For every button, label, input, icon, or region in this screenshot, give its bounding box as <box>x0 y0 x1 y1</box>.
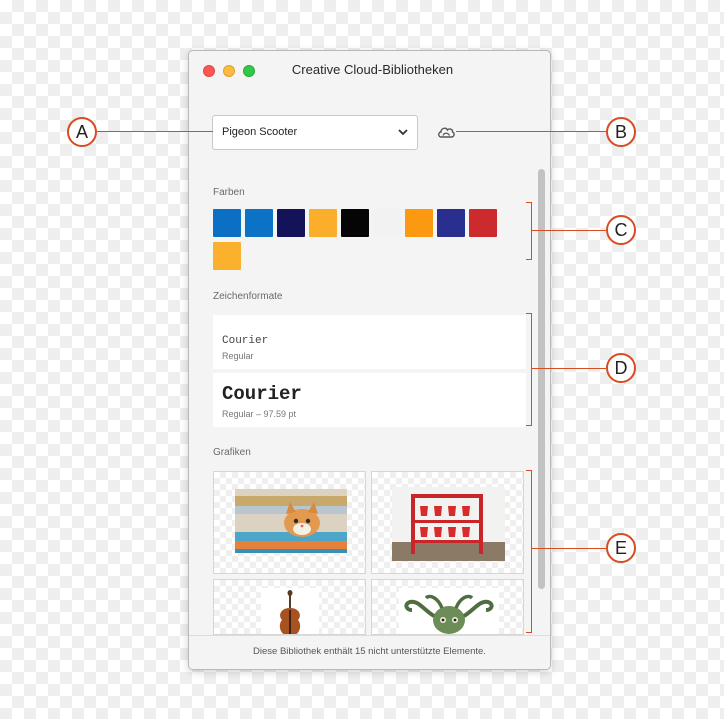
callout-c: C <box>606 215 636 245</box>
window-title: Creative Cloud-Bibliotheken <box>291 62 454 77</box>
callout-e: E <box>606 533 636 563</box>
color-swatch[interactable] <box>309 209 337 237</box>
graphic-tile[interactable] <box>213 471 366 574</box>
char-style-name: Courier <box>222 335 269 347</box>
callout-b: B <box>606 117 636 147</box>
callout-b-line <box>456 131 606 132</box>
graphic-tile[interactable] <box>371 471 524 574</box>
color-swatch[interactable] <box>213 209 241 237</box>
library-panel-window: Creative Cloud-Bibliotheken Pigeon Scoot… <box>188 50 551 670</box>
char-style-item[interactable]: Courier Regular – 97.59 pt <box>213 373 526 427</box>
callout-c-line <box>531 230 606 231</box>
graphics-section-label: Grafiken <box>213 447 251 458</box>
color-swatch[interactable] <box>277 209 305 237</box>
color-swatch[interactable] <box>405 209 433 237</box>
callout-e-bracket-bottom <box>526 632 532 633</box>
fire-buckets-image <box>392 487 505 561</box>
color-swatch[interactable] <box>341 209 369 237</box>
octopus-image <box>399 588 499 634</box>
char-style-detail: Regular – 97.59 pt <box>222 409 297 419</box>
char-style-item[interactable]: Courier Regular <box>213 315 526 369</box>
scrollbar-thumb[interactable] <box>538 169 545 589</box>
library-dropdown[interactable]: Pigeon Scooter <box>212 115 418 150</box>
color-swatch[interactable] <box>373 209 401 237</box>
unsupported-elements-note: Diese Bibliothek enthält 15 nicht unters… <box>253 646 486 657</box>
char-style-detail: Regular <box>222 351 254 361</box>
color-swatch[interactable] <box>245 209 273 237</box>
color-swatch[interactable] <box>437 209 465 237</box>
creative-cloud-icon[interactable] <box>437 125 455 139</box>
callout-d-bracket <box>531 313 532 426</box>
callout-e-bracket <box>531 470 532 633</box>
chevron-down-icon <box>398 129 408 136</box>
callout-a-line <box>97 131 213 132</box>
callout-e-line <box>531 548 606 549</box>
callout-e-bracket-top <box>526 470 532 471</box>
library-dropdown-value: Pigeon Scooter <box>222 126 298 138</box>
char-styles-section-label: Zeichenformate <box>213 291 283 302</box>
titlebar: Creative Cloud-Bibliotheken <box>189 51 550 89</box>
char-style-name: Courier <box>222 383 302 405</box>
kitten-image <box>235 489 347 553</box>
colors-section-label: Farben <box>213 187 245 198</box>
graphic-tile[interactable] <box>371 579 524 635</box>
callout-c-bracket <box>531 202 532 260</box>
callout-d-bracket-top <box>526 313 532 314</box>
callout-d-bracket-bottom <box>526 425 532 426</box>
panel-footer: Diese Bibliothek enthält 15 nicht unters… <box>189 635 550 669</box>
callout-d-line <box>531 368 606 369</box>
violin-image <box>261 588 319 634</box>
color-swatch[interactable] <box>469 209 497 237</box>
graphic-tile[interactable] <box>213 579 366 635</box>
callout-a: A <box>67 117 97 147</box>
callout-c-bracket-top <box>526 202 532 203</box>
callout-c-bracket-bottom <box>526 259 532 260</box>
callout-d: D <box>606 353 636 383</box>
color-swatch[interactable] <box>213 242 241 270</box>
